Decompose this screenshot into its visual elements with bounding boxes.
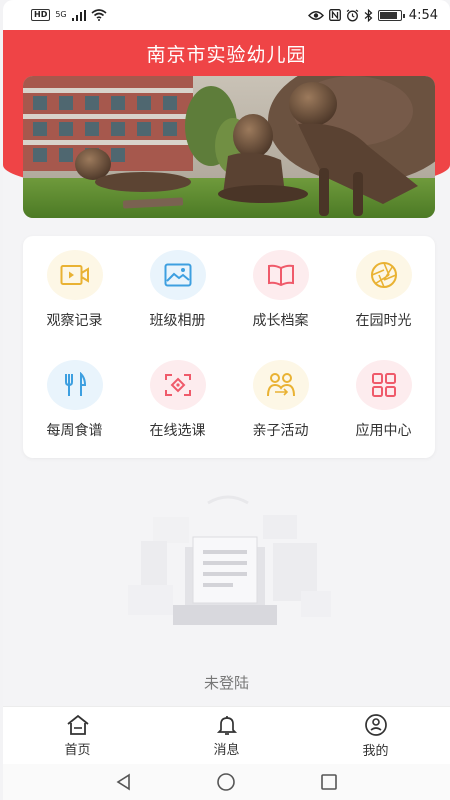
document-stack-icon — [128, 495, 331, 625]
icon-bg — [149, 250, 206, 300]
battery-fill — [379, 11, 398, 19]
menu-item-label: 在线选课 — [149, 423, 206, 439]
menu-item-label: 亲子活动 — [252, 423, 309, 439]
tab-label: 首页 — [64, 742, 91, 758]
empty-state-illustration — [113, 495, 343, 640]
app-grid-icon — [371, 373, 396, 397]
menu-item-parent-child[interactable]: 亲子活动 — [229, 346, 332, 456]
scan-target-icon — [164, 374, 191, 396]
eye-icon — [307, 10, 324, 20]
icon-bg — [252, 360, 309, 410]
photo-album-icon — [164, 263, 191, 287]
battery-icon — [377, 9, 405, 21]
hd-badge: HD — [31, 9, 51, 21]
icon-bg — [355, 360, 412, 410]
bluetooth-icon — [364, 8, 373, 22]
icon-bg — [252, 250, 309, 300]
not-logged-in-text: 未登陆 — [203, 674, 249, 692]
back-triangle-icon[interactable] — [115, 773, 133, 791]
book-icon — [267, 264, 294, 286]
icon-bg — [355, 250, 412, 300]
menu-item-label: 成长档案 — [252, 313, 309, 329]
tab-label: 我的 — [362, 743, 389, 759]
status-time: 4:54 — [408, 7, 438, 23]
status-left: HD 5G — [31, 9, 107, 21]
tab-profile[interactable]: 我的 — [301, 707, 450, 764]
menu-item-class-album[interactable]: 班级相册 — [126, 236, 229, 346]
menu-item-label: 每周食谱 — [46, 423, 103, 439]
wifi-icon — [91, 9, 107, 21]
signal-icon — [71, 9, 86, 21]
home-icon — [66, 714, 89, 735]
bell-icon — [216, 715, 237, 735]
menu-item-app-center[interactable]: 应用中心 — [332, 346, 435, 456]
menu-item-observation[interactable]: 观察记录 — [23, 236, 126, 346]
menu-item-online-course[interactable]: 在线选课 — [126, 346, 229, 456]
phone-screen: HD 5G 4:54 南京市实验幼儿园 观察记录 班级相册 成长档案 在园时光 … — [3, 0, 450, 800]
feature-card: 观察记录 班级相册 成长档案 在园时光 每周食谱 在线选课 亲子活动 应用中心 — [23, 236, 435, 458]
recents-square-icon[interactable] — [320, 773, 338, 791]
alarm-icon — [346, 9, 359, 21]
menu-item-label: 观察记录 — [46, 313, 103, 329]
nfc-icon — [328, 9, 341, 21]
user-smile-icon — [364, 713, 387, 736]
menu-item-campus-time[interactable]: 在园时光 — [332, 236, 435, 346]
parent-child-icon — [266, 373, 295, 397]
banner-image[interactable] — [23, 76, 435, 218]
icon-bg — [46, 360, 103, 410]
feature-grid: 观察记录 班级相册 成长档案 在园时光 每周食谱 在线选课 亲子活动 应用中心 — [23, 236, 435, 456]
banner-illustration — [23, 76, 435, 218]
page-title: 南京市实验幼儿园 — [146, 44, 307, 66]
cutlery-icon — [64, 372, 86, 396]
status-right: 4:54 — [307, 7, 438, 23]
menu-item-label: 在园时光 — [355, 313, 412, 329]
tab-messages[interactable]: 消息 — [152, 707, 301, 764]
status-bar: HD 5G 4:54 — [3, 0, 450, 30]
menu-item-label: 应用中心 — [355, 423, 412, 439]
aperture-icon — [370, 262, 397, 288]
menu-item-label: 班级相册 — [149, 313, 206, 329]
menu-item-growth-archive[interactable]: 成长档案 — [229, 236, 332, 346]
icon-bg — [46, 250, 103, 300]
bottom-tab-bar: 首页 消息 我的 — [3, 706, 450, 764]
tab-label: 消息 — [213, 742, 240, 758]
tab-home[interactable]: 首页 — [3, 707, 152, 764]
system-navigation-bar — [3, 764, 450, 800]
network-type: 5G — [55, 10, 67, 19]
menu-item-weekly-menu[interactable]: 每周食谱 — [23, 346, 126, 456]
video-record-icon — [60, 265, 89, 285]
icon-bg — [149, 360, 206, 410]
home-circle-icon[interactable] — [216, 772, 236, 792]
